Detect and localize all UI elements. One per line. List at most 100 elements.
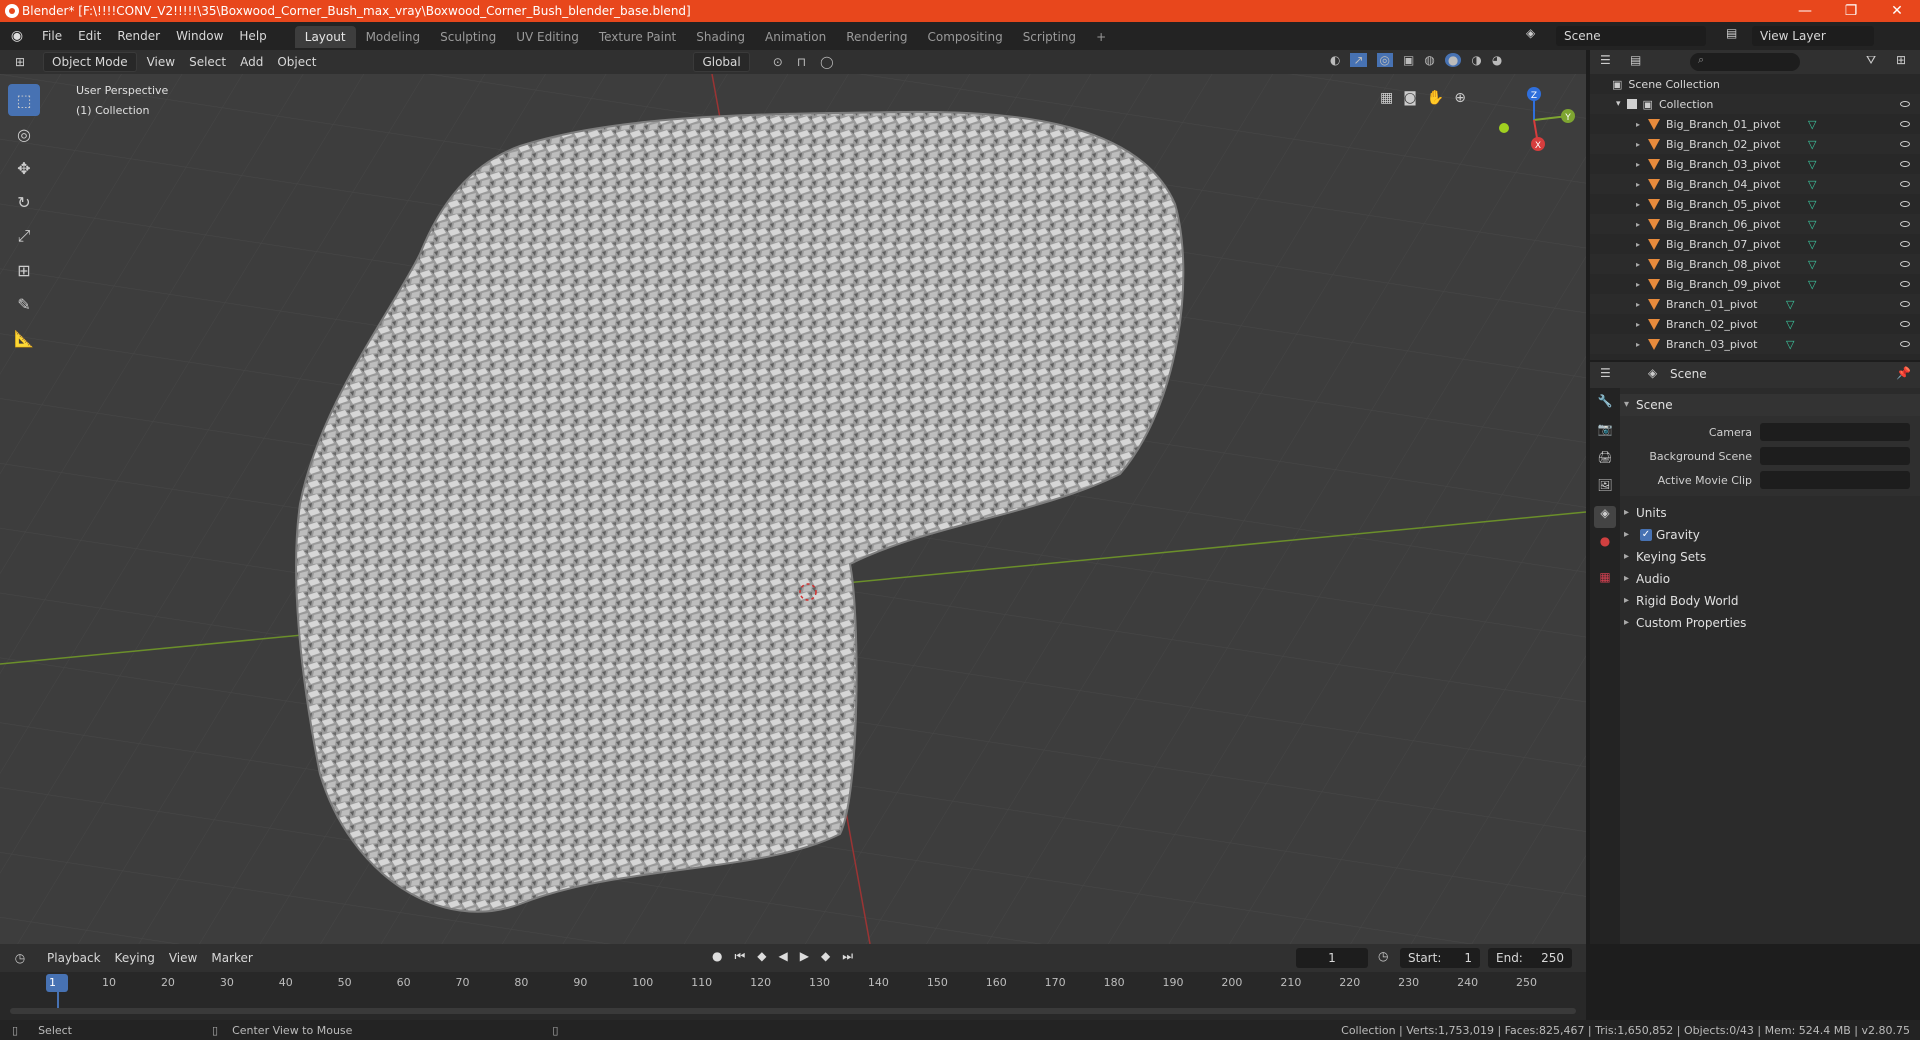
zoom-icon[interactable]: ⊕ <box>1454 90 1466 106</box>
tab-shading[interactable]: Shading <box>686 26 755 48</box>
blender-menu-icon[interactable]: ◉ <box>0 28 34 44</box>
editor-type-icon[interactable]: ⊞ <box>0 55 40 69</box>
rendered-shading-icon[interactable]: ◕ <box>1492 53 1502 67</box>
units-panel-header[interactable]: Units <box>1620 502 1920 524</box>
view-layer-selector[interactable]: View Layer <box>1752 26 1874 46</box>
preview-range-icon[interactable]: ◷ <box>1378 949 1388 963</box>
world-tab-icon[interactable]: ● <box>1594 534 1616 556</box>
outliner-item[interactable]: ▸ Big_Branch_08_pivot ▽ <box>1590 254 1920 274</box>
visibility-icon[interactable]: ◐ <box>1330 53 1340 67</box>
solid-shading-icon[interactable]: ● <box>1444 53 1462 67</box>
expand-arrow-icon[interactable]: ▸ <box>1636 200 1640 209</box>
custom-properties-panel-header[interactable]: Custom Properties <box>1620 612 1920 634</box>
annotate-tool-icon[interactable]: ✎ <box>8 288 40 320</box>
gravity-panel-header[interactable]: ✓ Gravity <box>1620 524 1920 546</box>
outliner-item[interactable]: ▸ Branch_03_pivot ▽ <box>1590 334 1920 354</box>
snap-icon[interactable]: ⊓ <box>797 55 806 69</box>
timeline-ruler[interactable]: 1 10 20 30 40 50 60 70 80 90 100 110 120 130 140 150 160… <box>0 972 1586 1020</box>
start-frame-field[interactable]: Start: 1 <box>1400 948 1480 968</box>
eye-icon[interactable] <box>1900 161 1910 167</box>
next-keyframe-icon[interactable]: ◆ <box>821 949 830 964</box>
outliner-editor-icon[interactable]: ☰ <box>1600 53 1611 67</box>
play-reverse-icon[interactable]: ◀ <box>779 949 788 964</box>
eye-icon[interactable] <box>1900 101 1910 107</box>
outliner-item[interactable]: ▸ Branch_01_pivot ▽ <box>1590 294 1920 314</box>
background-scene-field[interactable] <box>1760 447 1910 465</box>
keying-sets-panel-header[interactable]: Keying Sets <box>1620 546 1920 568</box>
outliner-item[interactable]: ▸ Big_Branch_04_pivot ▽ <box>1590 174 1920 194</box>
menu-file[interactable]: File <box>34 22 70 50</box>
menu-add[interactable]: Add <box>233 50 270 74</box>
menu-timeline-view[interactable]: View <box>162 946 204 970</box>
scene-selector[interactable]: Scene <box>1556 26 1706 46</box>
menu-edit[interactable]: Edit <box>70 22 109 50</box>
scene-collection-row[interactable]: ▣ Scene Collection <box>1590 74 1920 94</box>
collection-checkbox[interactable] <box>1626 99 1637 109</box>
tab-modeling[interactable]: Modeling <box>356 26 431 48</box>
menu-help[interactable]: Help <box>231 22 274 50</box>
close-button[interactable]: ✕ <box>1874 0 1920 22</box>
expand-arrow-icon[interactable]: ▸ <box>1636 220 1640 229</box>
expand-arrow-icon[interactable]: ▸ <box>1636 120 1640 129</box>
collapse-arrow-icon[interactable]: ▾ <box>1616 99 1621 109</box>
expand-arrow-icon[interactable]: ▸ <box>1636 240 1640 249</box>
play-icon[interactable]: ▶ <box>800 949 809 964</box>
prev-keyframe-icon[interactable]: ◆ <box>757 949 766 964</box>
scene-tab-icon[interactable]: ◈ <box>1594 506 1616 528</box>
eye-icon[interactable] <box>1900 241 1910 247</box>
outliner-item[interactable]: ▸ Big_Branch_02_pivot ▽ <box>1590 134 1920 154</box>
camera-field[interactable] <box>1760 423 1910 441</box>
eye-icon[interactable] <box>1900 221 1910 227</box>
scene-panel-header[interactable]: Scene <box>1620 394 1920 416</box>
output-tab-icon[interactable]: 🖨 <box>1594 450 1616 472</box>
toggle-camera-grid-icon[interactable]: ▦ <box>1380 90 1393 106</box>
tab-sculpting[interactable]: Sculpting <box>430 26 506 48</box>
add-workspace-button[interactable]: + <box>1086 26 1116 48</box>
eye-icon[interactable] <box>1900 121 1910 127</box>
eye-icon[interactable] <box>1900 201 1910 207</box>
menu-select[interactable]: Select <box>182 50 233 74</box>
expand-arrow-icon[interactable]: ▸ <box>1636 160 1640 169</box>
eye-icon[interactable] <box>1900 141 1910 147</box>
gizmo-toggle-icon[interactable]: ↗ <box>1350 53 1367 67</box>
tab-uv-editing[interactable]: UV Editing <box>506 26 589 48</box>
cursor-tool-icon[interactable]: ◎ <box>8 118 40 150</box>
menu-keying[interactable]: Keying <box>108 946 162 970</box>
audio-panel-header[interactable]: Audio <box>1620 568 1920 590</box>
menu-window[interactable]: Window <box>168 22 231 50</box>
timeline-editor-icon[interactable]: ◷ <box>0 951 40 965</box>
outliner-item[interactable]: ▸ Big_Branch_09_pivot ▽ <box>1590 274 1920 294</box>
rigid-body-world-panel-header[interactable]: Rigid Body World <box>1620 590 1920 612</box>
outliner-search-input[interactable]: ⌕ <box>1690 53 1800 71</box>
active-movie-clip-field[interactable] <box>1760 471 1910 489</box>
tab-animation[interactable]: Animation <box>755 26 836 48</box>
expand-arrow-icon[interactable]: ▸ <box>1636 140 1640 149</box>
eye-icon[interactable] <box>1900 181 1910 187</box>
camera-view-icon[interactable]: ◙ <box>1403 90 1417 106</box>
scale-tool-icon[interactable]: ⤢ <box>8 220 40 252</box>
outliner-item[interactable]: ▸ Big_Branch_01_pivot ▽ <box>1590 114 1920 134</box>
current-frame-field[interactable]: 1 <box>1296 948 1368 968</box>
gravity-checkbox[interactable]: ✓ <box>1640 529 1652 541</box>
outliner-item[interactable]: ▸ Big_Branch_07_pivot ▽ <box>1590 234 1920 254</box>
eye-icon[interactable] <box>1900 341 1910 347</box>
view-layer-tab-icon[interactable]: 🖼 <box>1594 478 1616 500</box>
outliner-item[interactable]: ▸ Big_Branch_05_pivot ▽ <box>1590 194 1920 214</box>
expand-arrow-icon[interactable]: ▸ <box>1636 280 1640 289</box>
eye-icon[interactable] <box>1900 301 1910 307</box>
eye-icon[interactable] <box>1900 261 1910 267</box>
wireframe-shading-icon[interactable]: ◍ <box>1424 53 1434 67</box>
maximize-button[interactable]: ❐ <box>1828 0 1874 22</box>
menu-object[interactable]: Object <box>270 50 323 74</box>
expand-arrow-icon[interactable]: ▸ <box>1636 260 1640 269</box>
menu-view[interactable]: View <box>140 50 182 74</box>
collection-row[interactable]: ▾ ▣ Collection <box>1590 94 1920 114</box>
mode-dropdown[interactable]: Object Mode <box>43 52 137 72</box>
tab-layout[interactable]: Layout <box>294 26 356 48</box>
pin-icon[interactable]: 📌 <box>1896 366 1911 380</box>
menu-marker[interactable]: Marker <box>204 946 259 970</box>
move-tool-icon[interactable]: ✥ <box>8 152 40 184</box>
eye-icon[interactable] <box>1900 321 1910 327</box>
new-collection-icon[interactable]: ⊞ <box>1896 53 1906 67</box>
axis-gizmo[interactable]: Z Y X <box>1480 80 1580 160</box>
